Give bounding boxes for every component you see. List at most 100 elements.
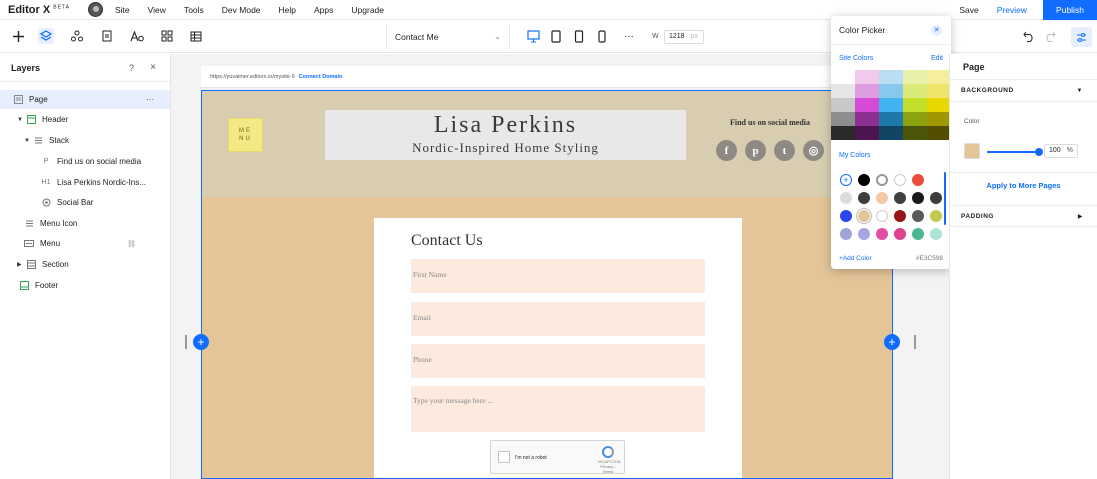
menu-tools[interactable]: Tools (184, 5, 204, 15)
apps-grid-icon[interactable] (159, 28, 175, 44)
table-icon[interactable] (188, 28, 204, 44)
pinterest-icon[interactable]: p (745, 140, 766, 161)
expand-icon[interactable]: ▼ (24, 138, 32, 144)
resize-handle-left[interactable] (185, 335, 187, 349)
email-field[interactable]: Email (411, 302, 705, 336)
phone-field[interactable]: Phone (411, 344, 705, 378)
color-swatch[interactable] (927, 112, 951, 126)
color-swatch[interactable] (876, 192, 888, 204)
tumblr-icon[interactable]: t (774, 140, 795, 161)
menu-help[interactable]: Help (279, 5, 296, 15)
redo-icon[interactable] (1042, 28, 1058, 44)
menu-icon-button[interactable]: ME NU (228, 118, 263, 152)
pages-icon[interactable] (99, 28, 115, 44)
color-swatch[interactable] (927, 84, 951, 98)
recaptcha-checkbox[interactable] (498, 451, 510, 463)
social-heading[interactable]: Find us on social media (730, 118, 810, 127)
add-left-icon[interactable]: + (193, 334, 209, 350)
color-swatch[interactable] (831, 70, 855, 84)
more-icon[interactable]: ··· (621, 28, 637, 44)
layer-social-text[interactable]: P Find us on social media (0, 152, 170, 171)
help-icon[interactable]: ? (129, 63, 134, 73)
width-input[interactable]: 1218 px (664, 30, 704, 44)
color-swatch[interactable] (876, 174, 888, 186)
color-swatch[interactable] (855, 126, 879, 140)
color-swatch[interactable] (858, 228, 870, 240)
add-right-icon[interactable]: + (884, 334, 900, 350)
avatar[interactable] (88, 2, 103, 17)
instagram-icon[interactable]: ◎ (803, 140, 824, 161)
tablet-icon[interactable] (549, 28, 563, 44)
expand-icon[interactable]: ▶ (17, 261, 25, 268)
inspector-toggle-icon[interactable] (1071, 27, 1092, 47)
layer-header[interactable]: ▼ Header (0, 110, 170, 129)
site-page[interactable]: ME NU Lisa Perkins Nordic-Inspired Home … (201, 90, 893, 479)
color-swatch[interactable] (903, 70, 927, 84)
publish-button[interactable]: Publish (1043, 0, 1097, 20)
color-swatch[interactable] (903, 98, 927, 112)
editor-logo[interactable]: Editor X BETA (0, 4, 84, 16)
color-swatch[interactable] (858, 174, 870, 186)
color-swatch[interactable] (894, 192, 906, 204)
color-swatch[interactable] (912, 192, 924, 204)
hex-value[interactable]: #E3C598 (916, 255, 943, 262)
color-swatch[interactable] (927, 126, 951, 140)
add-color-button[interactable]: +Add Color (839, 255, 872, 262)
first-name-field[interactable]: First Name (411, 259, 705, 293)
recaptcha[interactable]: I'm not a robot reCAPTCHA Privacy - Term… (490, 440, 625, 474)
add-icon[interactable] (10, 28, 26, 44)
social-bar[interactable]: f p t ◎ (716, 140, 832, 161)
menu-apps[interactable]: Apps (314, 5, 333, 15)
color-swatch[interactable] (840, 210, 852, 222)
chevron-right-icon[interactable]: ▶ (1078, 213, 1083, 220)
layer-menu[interactable]: Menu ⛓ (0, 234, 170, 253)
menu-dev-mode[interactable]: Dev Mode (222, 5, 261, 15)
color-swatch[interactable] (879, 84, 903, 98)
opacity-slider[interactable] (987, 151, 1039, 153)
color-swatch[interactable] (927, 98, 951, 112)
color-swatch[interactable] (879, 112, 903, 126)
color-swatch[interactable] (858, 210, 870, 222)
layers-icon[interactable] (38, 28, 54, 44)
color-swatch[interactable] (840, 192, 852, 204)
background-color-swatch[interactable] (964, 143, 980, 159)
close-icon[interactable]: ✕ (931, 25, 942, 36)
color-swatch[interactable] (927, 70, 951, 84)
color-swatch[interactable] (855, 70, 879, 84)
add-color-icon[interactable]: + (840, 174, 852, 186)
mobile-icon[interactable] (595, 28, 609, 44)
recaptcha-links[interactable]: Privacy - Terms (600, 464, 616, 474)
color-swatch[interactable] (855, 112, 879, 126)
layer-section[interactable]: ▶ Section (0, 255, 170, 274)
more-icon[interactable]: ··· (146, 95, 154, 104)
message-field[interactable]: Type your message here ... (411, 386, 705, 432)
site-header[interactable]: ME NU Lisa Perkins Nordic-Inspired Home … (202, 91, 892, 197)
layer-footer[interactable]: Footer (0, 276, 170, 295)
color-swatch[interactable] (879, 70, 903, 84)
color-swatch[interactable] (879, 98, 903, 112)
color-swatch[interactable] (831, 98, 855, 112)
color-swatch[interactable] (831, 84, 855, 98)
color-swatch[interactable] (930, 210, 942, 222)
expand-icon[interactable]: ▼ (17, 117, 25, 123)
contact-form[interactable]: Contact Us First Name Email Phone Type y… (374, 218, 742, 478)
tablet-portrait-icon[interactable] (572, 28, 586, 44)
layer-title-text[interactable]: H1 Lisa Perkins Nordic-Ins... (0, 173, 170, 192)
color-swatch[interactable] (855, 98, 879, 112)
color-swatch[interactable] (879, 126, 903, 140)
color-swatch[interactable] (903, 112, 927, 126)
color-swatch[interactable] (831, 112, 855, 126)
color-swatch[interactable] (876, 228, 888, 240)
padding-section[interactable]: PADDING ▶ (950, 205, 1097, 227)
preview-button[interactable]: Preview (997, 5, 1027, 15)
color-swatch[interactable] (903, 126, 927, 140)
page-selector[interactable]: Contact Me ⌄ (386, 24, 510, 49)
color-swatch[interactable] (894, 228, 906, 240)
opacity-slider-handle[interactable] (1035, 148, 1043, 156)
color-swatch[interactable] (912, 228, 924, 240)
edit-colors-link[interactable]: Edit (931, 55, 943, 62)
background-section[interactable]: BACKGROUND ▼ (950, 80, 1097, 102)
menu-upgrade[interactable]: Upgrade (351, 5, 384, 15)
layer-page[interactable]: Page ··· (0, 90, 170, 109)
color-swatch[interactable] (858, 192, 870, 204)
